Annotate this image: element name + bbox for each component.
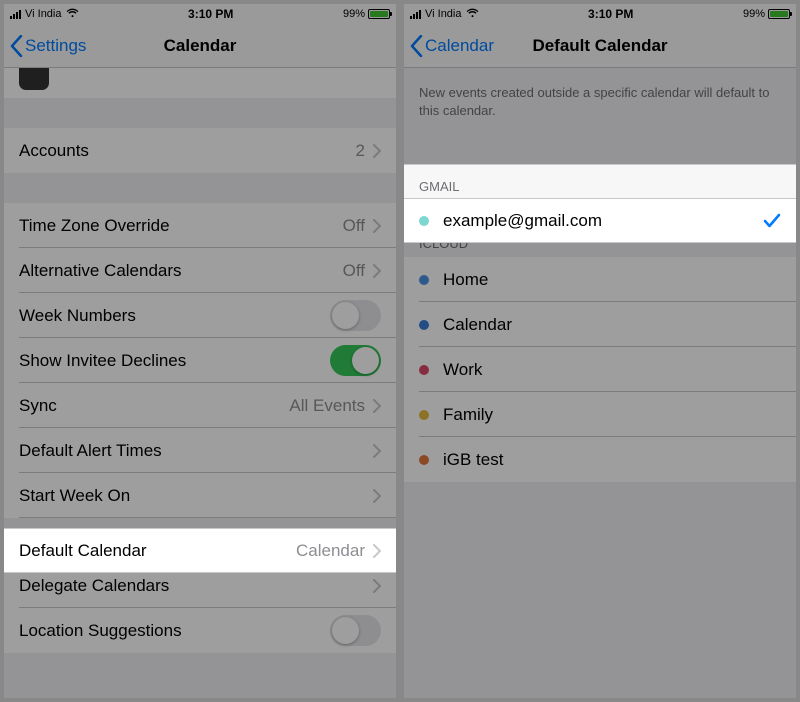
icloud-calendar-cell[interactable]: iGB test (404, 437, 796, 482)
battery-icon (768, 9, 790, 19)
sync-cell[interactable]: Sync All Events (4, 383, 396, 428)
chevron-right-icon (373, 399, 381, 413)
default-calendar-value: Calendar (296, 541, 365, 561)
startweek-cell[interactable]: Start Week On (4, 473, 396, 518)
chevron-right-icon (373, 489, 381, 503)
invitee-cell: Show Invitee Declines (4, 338, 396, 383)
status-time: 3:10 PM (588, 7, 633, 21)
status-bar: Vi India 3:10 PM 99% (4, 4, 396, 24)
chevron-right-icon (373, 264, 381, 278)
icloud-calendar-cell[interactable]: Home (404, 257, 796, 302)
icloud-calendar-label: Calendar (443, 315, 781, 335)
status-time: 3:10 PM (188, 7, 233, 21)
chevron-left-icon (410, 35, 423, 57)
icloud-calendar-cell[interactable]: Work (404, 347, 796, 392)
battery-icon (368, 9, 390, 19)
locsugg-label: Location Suggestions (19, 621, 330, 641)
gmail-account-cell[interactable]: example@gmail.com (404, 198, 796, 243)
chevron-right-icon (373, 144, 381, 158)
nav-bar: Settings Calendar (4, 24, 396, 68)
invitee-label: Show Invitee Declines (19, 351, 330, 371)
back-label: Calendar (425, 36, 494, 56)
altcal-cell[interactable]: Alternative Calendars Off (4, 248, 396, 293)
icloud-calendar-cell[interactable]: Family (404, 392, 796, 437)
weeknum-toggle[interactable] (330, 300, 381, 331)
default-calendar-label: Default Calendar (19, 541, 296, 561)
alerts-label: Default Alert Times (19, 441, 365, 461)
locsugg-cell: Location Suggestions (4, 608, 396, 653)
accounts-cell[interactable]: Accounts 2 (4, 128, 396, 173)
checkmark-icon (763, 213, 781, 229)
icloud-calendar-label: iGB test (443, 450, 781, 470)
calendar-color-dot (419, 216, 429, 226)
wifi-icon (466, 8, 479, 21)
default-calendar-cell[interactable]: Default Calendar Calendar (4, 528, 396, 573)
battery-percent: 99% (343, 8, 365, 20)
icloud-calendar-label: Work (443, 360, 781, 380)
alerts-cell[interactable]: Default Alert Times (4, 428, 396, 473)
default-calendar-list: New events created outside a specific ca… (404, 68, 796, 698)
carrier-label: Vi India (425, 8, 462, 20)
startweek-label: Start Week On (19, 486, 365, 506)
accounts-value: 2 (356, 141, 365, 161)
wifi-icon (66, 8, 79, 21)
icloud-calendar-cell[interactable]: Calendar (404, 302, 796, 347)
altcal-label: Alternative Calendars (19, 261, 343, 281)
invitee-toggle[interactable] (330, 345, 381, 376)
calendar-color-dot (419, 320, 429, 330)
chevron-right-icon (373, 579, 381, 593)
accounts-label: Accounts (19, 141, 356, 161)
timezone-label: Time Zone Override (19, 216, 343, 236)
chevron-right-icon (373, 544, 381, 558)
back-label: Settings (25, 36, 86, 56)
nav-bar: Calendar Default Calendar (404, 24, 796, 68)
gmail-section-header: GMAIL (404, 164, 796, 200)
weeknum-cell: Week Numbers (4, 293, 396, 338)
battery-percent: 99% (743, 8, 765, 20)
sync-label: Sync (19, 396, 289, 416)
calendar-app-icon (19, 68, 49, 90)
altcal-value: Off (343, 261, 365, 281)
app-row-partial (4, 68, 396, 98)
timezone-cell[interactable]: Time Zone Override Off (4, 203, 396, 248)
signal-icon (410, 10, 421, 19)
icloud-calendar-label: Family (443, 405, 781, 425)
signal-icon (10, 10, 21, 19)
timezone-value: Off (343, 216, 365, 236)
sync-value: All Events (289, 396, 365, 416)
chevron-right-icon (373, 219, 381, 233)
chevron-left-icon (10, 35, 23, 57)
chevron-right-icon (373, 444, 381, 458)
back-button[interactable]: Settings (4, 35, 86, 57)
carrier-label: Vi India (25, 8, 62, 20)
status-bar: Vi India 3:10 PM 99% (404, 4, 796, 24)
settings-list: Accounts 2 Time Zone Override Off Altern… (4, 68, 396, 698)
calendar-color-dot (419, 410, 429, 420)
locsugg-toggle[interactable] (330, 615, 381, 646)
gmail-account-label: example@gmail.com (443, 211, 763, 231)
back-button[interactable]: Calendar (404, 35, 494, 57)
calendar-color-dot (419, 455, 429, 465)
icloud-calendar-label: Home (443, 270, 781, 290)
description-text: New events created outside a specific ca… (404, 68, 796, 133)
calendar-color-dot (419, 365, 429, 375)
weeknum-label: Week Numbers (19, 306, 330, 326)
calendar-color-dot (419, 275, 429, 285)
delegate-label: Delegate Calendars (19, 576, 365, 596)
